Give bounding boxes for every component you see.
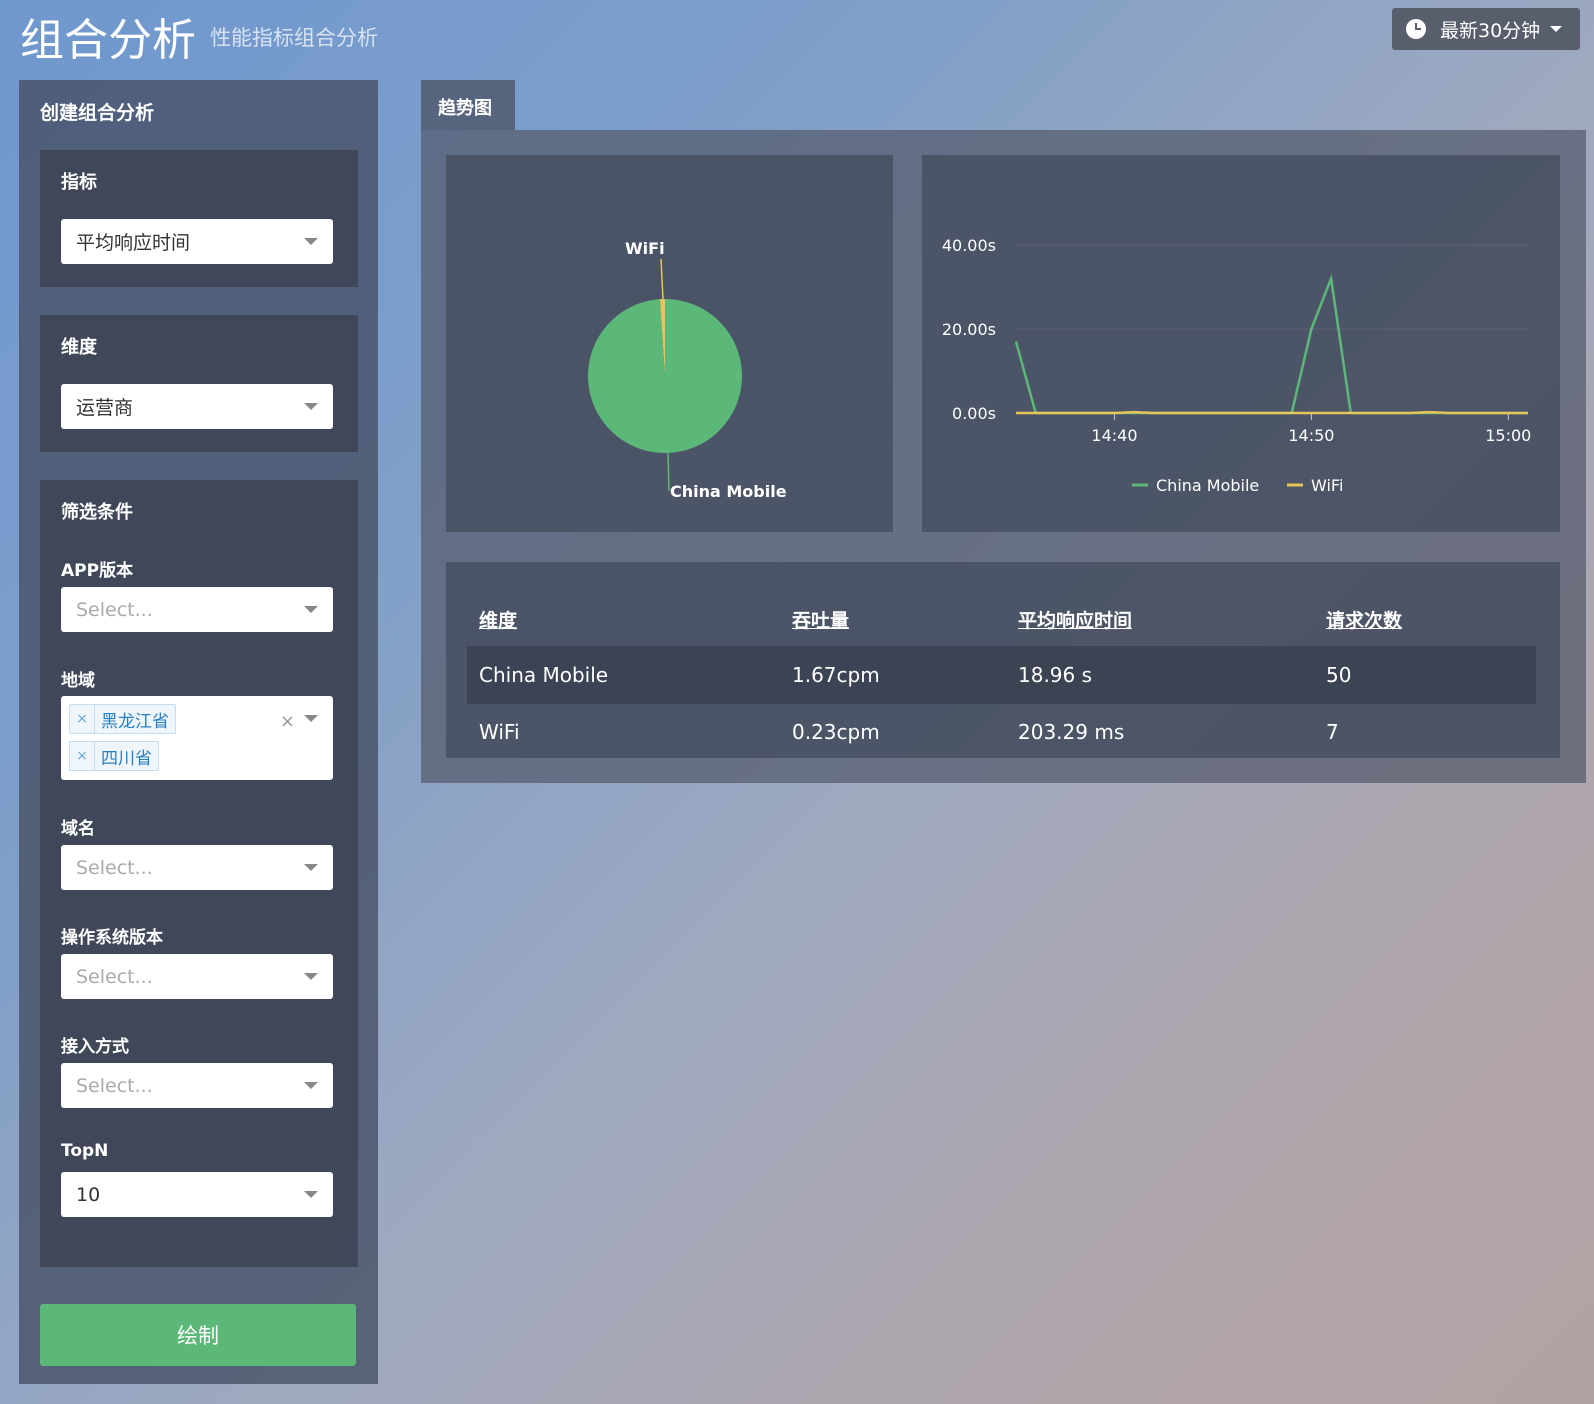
table-header-row: 维度 吞吐量 平均响应时间 请求次数 bbox=[467, 592, 1536, 647]
table-row: WiFi 0.23cpm 203.29 ms 7 bbox=[467, 704, 1536, 761]
domain-label: 域名 bbox=[61, 819, 95, 839]
region-tag[interactable]: × 黑龙江省 bbox=[69, 704, 176, 734]
table-header[interactable]: 平均响应时间 bbox=[1006, 592, 1314, 647]
draw-button[interactable]: 绘制 bbox=[40, 1304, 356, 1366]
metric-select[interactable]: 平均响应时间 bbox=[61, 219, 333, 264]
table-cell: WiFi bbox=[479, 720, 520, 744]
domain-placeholder: Select... bbox=[76, 856, 153, 879]
series-line bbox=[1016, 410, 1528, 415]
x-tick-label: 14:40 bbox=[1091, 426, 1137, 445]
access-label: 接入方式 bbox=[61, 1037, 129, 1057]
table-header[interactable]: 请求次数 bbox=[1314, 592, 1536, 647]
region-tag-label: 四川省 bbox=[101, 748, 152, 769]
table-header[interactable]: 吞吐量 bbox=[780, 592, 1006, 647]
chevron-down-icon bbox=[304, 1082, 318, 1089]
region-multiselect[interactable]: × 黑龙江省 × 四川省 × bbox=[61, 696, 333, 780]
topn-select-value: 10 bbox=[76, 1183, 101, 1206]
legend-label: China Mobile bbox=[1156, 476, 1259, 495]
table-cell: 7 bbox=[1326, 720, 1339, 744]
table-cell: China Mobile bbox=[467, 646, 780, 704]
chevron-down-icon bbox=[304, 403, 318, 410]
page-subtitle: 性能指标组合分析 bbox=[210, 26, 378, 50]
chevron-down-icon bbox=[304, 715, 318, 722]
x-tick-label: 14:50 bbox=[1288, 426, 1334, 445]
region-label: 地域 bbox=[61, 671, 95, 691]
chevron-down-icon bbox=[304, 864, 318, 871]
chevron-down-icon bbox=[304, 1191, 318, 1198]
dimension-select[interactable]: 运营商 bbox=[61, 384, 333, 429]
topn-label: TopN bbox=[61, 1141, 109, 1161]
summary-table: 维度 吞吐量 平均响应时间 请求次数 China Mobile 1.67cpm … bbox=[467, 592, 1536, 760]
table-header[interactable]: 维度 bbox=[467, 592, 780, 647]
domain-select[interactable]: Select... bbox=[61, 845, 333, 890]
y-tick-label: 40.00s bbox=[942, 236, 996, 255]
filters-box: 筛选条件 APP版本 Select... 地域 × 黑龙江省 × 四川省 × 域… bbox=[40, 480, 358, 1267]
y-tick-label: 0.00s bbox=[952, 404, 996, 423]
table-row: China Mobile 1.67cpm 18.96 s 50 bbox=[467, 646, 1536, 704]
app-version-select[interactable]: Select... bbox=[61, 587, 333, 632]
os-version-label: 操作系统版本 bbox=[61, 928, 163, 948]
region-tag-label: 黑龙江省 bbox=[101, 711, 169, 732]
clock-icon bbox=[1406, 19, 1426, 39]
pie-leader-line bbox=[667, 452, 670, 492]
chevron-down-icon bbox=[304, 238, 318, 245]
remove-tag-icon[interactable]: × bbox=[70, 742, 95, 770]
region-tag[interactable]: × 四川省 bbox=[69, 741, 159, 771]
time-range-button[interactable]: 最新30分钟 bbox=[1392, 8, 1580, 50]
x-tick-label: 15:00 bbox=[1485, 426, 1531, 445]
left-panel-title: 创建组合分析 bbox=[40, 102, 155, 124]
pie-chart-card: WiFi China Mobile bbox=[446, 155, 893, 532]
pie-label: China Mobile bbox=[670, 482, 787, 501]
time-range-label: 最新30分钟 bbox=[1440, 19, 1541, 42]
os-version-placeholder: Select... bbox=[76, 965, 153, 988]
tab-trend[interactable]: 趋势图 bbox=[421, 80, 515, 130]
topn-select[interactable]: 10 bbox=[61, 1172, 333, 1217]
page-title: 组合分析 bbox=[20, 15, 196, 66]
dimension-select-value: 运营商 bbox=[76, 397, 134, 419]
clear-icon[interactable]: × bbox=[280, 711, 295, 732]
chevron-down-icon bbox=[304, 973, 318, 980]
app-version-label: APP版本 bbox=[61, 561, 134, 581]
table-cell: 203.29 ms bbox=[1018, 720, 1125, 744]
legend-label: WiFi bbox=[1311, 476, 1343, 495]
dimension-label: 维度 bbox=[61, 337, 97, 358]
metric-label: 指标 bbox=[61, 172, 97, 193]
table-card: 维度 吞吐量 平均响应时间 请求次数 China Mobile 1.67cpm … bbox=[446, 562, 1560, 758]
line-chart-card: 0.00s 20.00s 40.00s 14:40 14:50 15:00 China Mo… bbox=[922, 155, 1560, 532]
filters-title: 筛选条件 bbox=[61, 502, 133, 523]
os-version-select[interactable]: Select... bbox=[61, 954, 333, 999]
line-chart: 0.00s 20.00s 40.00s 14:40 14:50 15:00 China Mo… bbox=[942, 236, 1532, 495]
access-select[interactable]: Select... bbox=[61, 1063, 333, 1108]
remove-tag-icon[interactable]: × bbox=[70, 705, 95, 733]
table-cell: 0.23cpm bbox=[792, 720, 880, 744]
metric-box: 指标 平均响应时间 bbox=[40, 150, 358, 287]
y-tick-label: 20.00s bbox=[942, 320, 996, 339]
chevron-down-icon bbox=[304, 606, 318, 613]
pie-slice bbox=[588, 299, 742, 453]
app-version-placeholder: Select... bbox=[76, 598, 153, 621]
pie-leader-line bbox=[660, 258, 664, 300]
table-cell: 50 bbox=[1314, 646, 1536, 704]
pie-label: WiFi bbox=[625, 239, 665, 258]
chevron-down-icon bbox=[1550, 26, 1563, 32]
table-cell: 1.67cpm bbox=[780, 646, 1006, 704]
metric-select-value: 平均响应时间 bbox=[76, 232, 191, 254]
access-placeholder: Select... bbox=[76, 1074, 153, 1097]
dimension-box: 维度 运营商 bbox=[40, 315, 358, 452]
table-cell: 18.96 s bbox=[1006, 646, 1314, 704]
right-panel: WiFi China Mobile 0.00s 20.00s 40.00s 14:40 1… bbox=[421, 130, 1586, 783]
left-panel: 创建组合分析 指标 平均响应时间 维度 运营商 筛选条件 APP版本 Selec… bbox=[19, 80, 378, 1384]
pie-chart: WiFi China Mobile bbox=[588, 239, 787, 501]
series-line bbox=[1014, 273, 1528, 415]
